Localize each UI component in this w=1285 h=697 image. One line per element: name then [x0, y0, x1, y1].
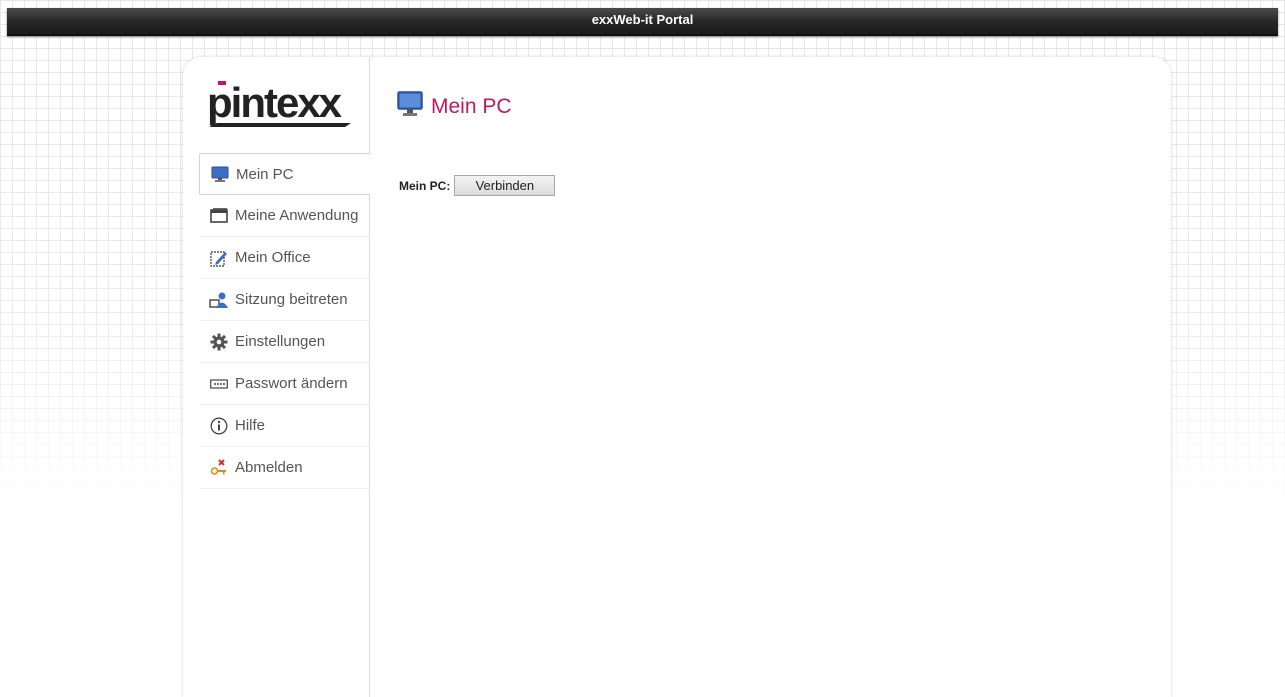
portal-card: pintexx Mein PC Meine Anwendung Mein Off… — [183, 57, 1171, 697]
sidebar-item-label: Abmelden — [235, 459, 303, 476]
logout-key-icon — [209, 458, 229, 477]
mein-pc-label: Mein PC: — [399, 178, 451, 193]
sidebar-item-meine-anwendung[interactable]: Meine Anwendung — [199, 195, 370, 237]
sidebar-item-label: Meine Anwendung — [235, 207, 359, 224]
sidebar-item-label: Mein Office — [235, 249, 311, 266]
sidebar-item-label: Sitzung beitreten — [235, 291, 348, 308]
verbinden-button[interactable]: Verbinden — [454, 175, 556, 196]
sidebar-item-passwort-aendern[interactable]: Passwort ändern — [199, 363, 370, 405]
sidebar-nav: Mein PC Meine Anwendung Mein Office Sitz… — [199, 153, 370, 489]
sidebar-item-hilfe[interactable]: Hilfe — [199, 405, 370, 447]
portal-title: exxWeb-it Portal — [591, 12, 694, 27]
sidebar-item-label: Einstellungen — [235, 333, 326, 350]
sidebar-item-label: Passwort ändern — [235, 375, 348, 392]
edit-document-icon — [209, 249, 229, 267]
gear-icon — [209, 333, 229, 351]
window-icon — [209, 207, 229, 225]
page-title-text: Mein PC — [431, 94, 512, 118]
svg-text:pintexx: pintexx — [207, 79, 343, 126]
monitor-icon — [210, 165, 230, 183]
sidebar: pintexx Mein PC Meine Anwendung Mein Off… — [183, 57, 370, 697]
main-content: Mein PC Mein PC: Verbinden — [397, 57, 1171, 657]
info-icon — [209, 417, 229, 435]
page-title: Mein PC — [397, 90, 512, 123]
sidebar-item-abmelden[interactable]: Abmelden — [199, 447, 370, 489]
monitor-icon — [397, 90, 423, 123]
password-field-icon — [209, 375, 229, 393]
sidebar-item-sitzung-beitreten[interactable]: Sitzung beitreten — [199, 279, 370, 321]
connect-form: Mein PC: Verbinden — [399, 175, 556, 196]
sidebar-item-label: Mein PC — [236, 165, 294, 183]
pintexx-logo: pintexx — [205, 79, 355, 133]
sidebar-item-label: Hilfe — [235, 417, 266, 434]
sidebar-item-einstellungen[interactable]: Einstellungen — [199, 321, 370, 363]
sidebar-item-mein-office[interactable]: Mein Office — [199, 237, 370, 279]
title-bar: exxWeb-it Portal — [7, 8, 1278, 36]
sidebar-item-mein-pc[interactable]: Mein PC — [199, 153, 370, 195]
join-session-icon — [209, 291, 229, 309]
